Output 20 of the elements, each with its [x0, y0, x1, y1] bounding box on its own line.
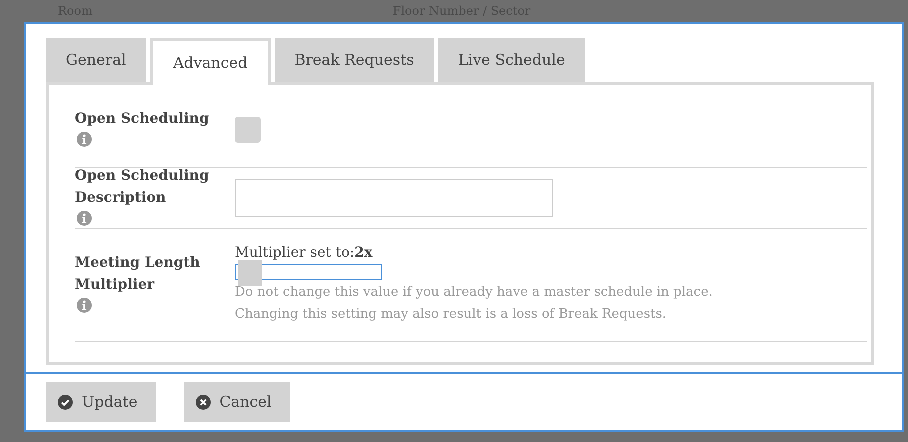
field-label: Open Scheduling Description: [75, 167, 210, 208]
close-circle-icon: [196, 394, 211, 410]
info-icon[interactable]: [77, 211, 92, 226]
confirm-button[interactable]: Update: [46, 382, 156, 422]
multiplier-caption: Multiplier set to:2x: [235, 244, 374, 260]
info-icon[interactable]: [77, 132, 92, 147]
help-text: Do not change this value if you already have a master schedule in place.: [235, 284, 714, 302]
info-icon[interactable]: [77, 298, 92, 313]
tab[interactable]: Live Schedule: [438, 38, 586, 82]
check-circle-icon: [58, 394, 73, 410]
field-label: Open Scheduling: [75, 110, 210, 129]
checkbox[interactable]: [235, 117, 261, 143]
tab[interactable]: Break Requests: [274, 38, 434, 82]
help-text: Changing this setting may also result is a loss of Break Requests.: [235, 306, 668, 324]
input-field[interactable]: [235, 179, 553, 217]
cancel-button[interactable]: Cancel: [184, 382, 290, 422]
slider-thumb[interactable]: [238, 260, 262, 286]
tab[interactable]: General: [46, 38, 146, 82]
field-label: Meeting Length Multiplier: [75, 254, 202, 295]
tab[interactable]: Advanced: [150, 38, 271, 85]
